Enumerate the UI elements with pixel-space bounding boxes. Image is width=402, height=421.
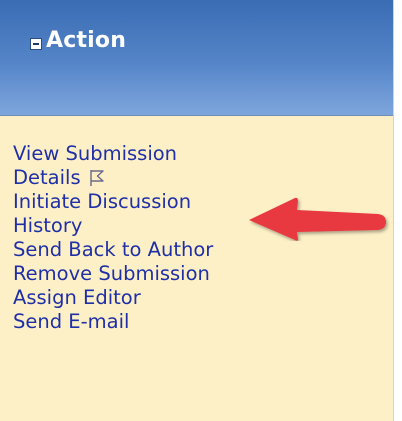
remove-submission-link[interactable]: Remove Submission: [13, 262, 210, 285]
action-list: View Submission Details Initiate Discuss…: [13, 142, 213, 334]
list-item: Assign Editor: [13, 286, 213, 310]
list-item: History: [13, 214, 213, 238]
list-item: Details: [13, 166, 213, 190]
action-panel-header: Action: [0, 0, 393, 116]
flag-outline-icon[interactable]: [89, 169, 105, 187]
red-arrow-left-icon: [249, 197, 386, 241]
list-item: Remove Submission: [13, 262, 213, 286]
view-submission-link[interactable]: View Submission: [13, 142, 177, 165]
collapse-minus-icon[interactable]: [30, 38, 42, 50]
list-item: Initiate Discussion: [13, 190, 213, 214]
details-link[interactable]: Details: [13, 166, 81, 189]
panel-title: Action: [46, 28, 127, 53]
assign-editor-link[interactable]: Assign Editor: [13, 286, 141, 309]
list-item: View Submission: [13, 142, 213, 166]
history-link[interactable]: History: [13, 214, 82, 237]
list-item: Send Back to Author: [13, 238, 213, 262]
list-item: Send E-mail: [13, 310, 213, 334]
initiate-discussion-link[interactable]: Initiate Discussion: [13, 190, 191, 213]
send-email-link[interactable]: Send E-mail: [13, 310, 129, 333]
send-back-to-author-link[interactable]: Send Back to Author: [13, 238, 213, 261]
